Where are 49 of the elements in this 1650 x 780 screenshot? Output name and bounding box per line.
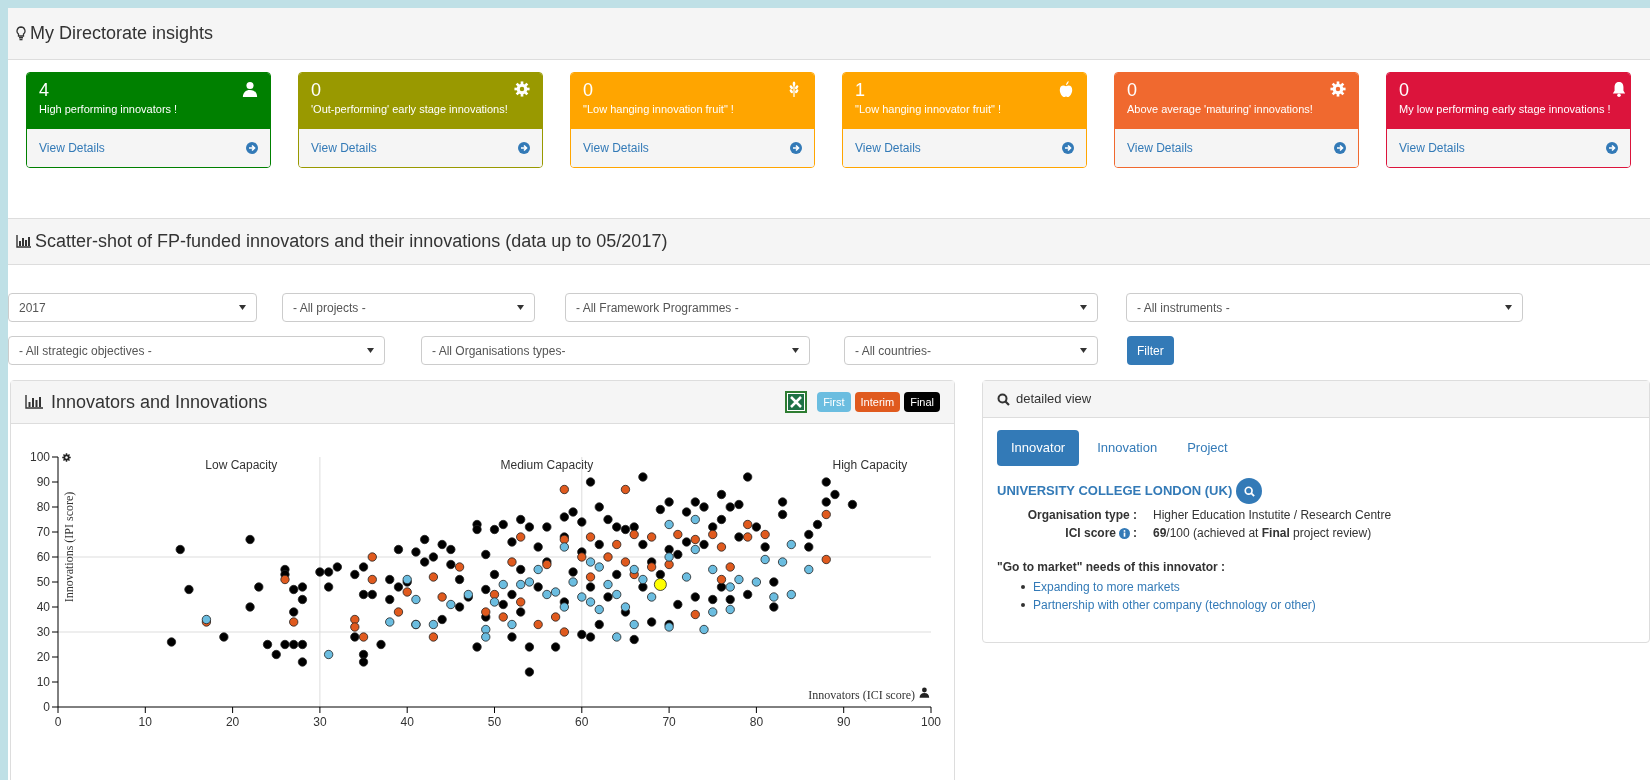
zone-label: Low Capacity <box>205 458 278 472</box>
card-label: High performing innovators ! <box>39 102 178 117</box>
axis-tick-label: 70 <box>36 525 50 539</box>
field-label: : <box>1133 525 1137 542</box>
axis-tick-label: 0 <box>54 715 62 729</box>
section-title: My Directorate insights <box>30 22 214 45</box>
card-count: 4 <box>39 79 50 101</box>
card-count: 0 <box>1127 79 1138 101</box>
field-value: Higher Education Instutite / Research Centre <box>1153 507 1392 524</box>
x-axis-label: Innovators (ICI score) <box>808 688 915 702</box>
axis-tick-label: 90 <box>36 475 50 489</box>
card-count: 0 <box>1399 79 1410 101</box>
axis-tick-label: 30 <box>36 625 50 639</box>
field-label: ICI score <box>1065 525 1116 542</box>
panel-title: Innovators and Innovations <box>51 390 268 414</box>
card-label: "Low hanging innovation fruit" ! <box>583 102 734 117</box>
zone-label: High Capacity <box>832 458 908 472</box>
y-axis-label: Innovations (IPI score) <box>62 491 76 603</box>
axis-tick-label: 70 <box>662 715 676 729</box>
section-title: Scatter-shot of FP-funded innovators and their innovations (data up to 05/2017) <box>35 230 668 253</box>
card-label: "Low hanging innovator fruit" ! <box>855 102 1001 117</box>
axis-tick-label: 30 <box>313 715 327 729</box>
axis-tick-label: 40 <box>36 600 50 614</box>
axis-tick-label: 40 <box>400 715 414 729</box>
field-label: Organisation type : <box>1027 507 1137 524</box>
panel-title: detailed view <box>1016 390 1092 409</box>
axis-tick-label: 100 <box>29 450 50 464</box>
axis-tick-label: 50 <box>487 715 502 729</box>
axis-tick-label: 20 <box>225 715 240 729</box>
axis-tick-label: 60 <box>575 715 589 729</box>
card-count: 0 <box>583 79 594 101</box>
axis-tick-label: 0 <box>43 700 50 714</box>
axis-tick-label: 80 <box>36 500 50 514</box>
axis-tick-label: 60 <box>36 550 50 564</box>
axis-tick-label: 80 <box>749 715 764 729</box>
card-count: 0 <box>311 79 322 101</box>
needs-heading: "Go to market" needs of this innovator : <box>997 559 1227 576</box>
card-label: Above average 'maturing' innovations! <box>1127 102 1313 117</box>
axis-tick-label: 100 <box>921 715 941 729</box>
axis-tick-label: 10 <box>138 715 152 729</box>
zone-label: Medium Capacity <box>500 458 594 472</box>
card-label: 'Out-performing' early stage innovations! <box>311 102 508 117</box>
field-value: 69/100 (achieved at Final project review) <box>1153 525 1372 542</box>
axis-tick-label: 10 <box>36 675 50 689</box>
card-count: 1 <box>855 79 866 101</box>
axis-tick-label: 20 <box>36 650 50 664</box>
axis-tick-label: 90 <box>837 715 851 729</box>
card-label: My low performing early stage innovations ! <box>1399 102 1611 117</box>
axis-tick-label: 50 <box>36 575 50 589</box>
